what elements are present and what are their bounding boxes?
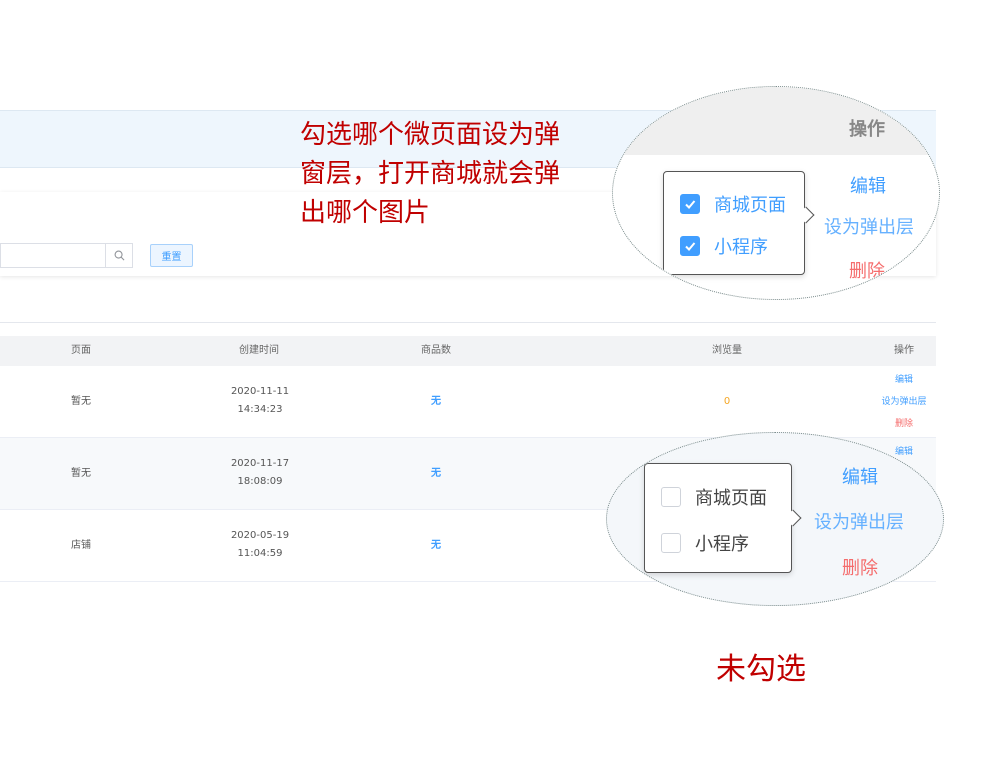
check-icon [685, 200, 696, 209]
set-popup-link[interactable]: 设为弹出层 [814, 508, 904, 534]
option-mall-page[interactable]: 商城页面 [661, 484, 767, 510]
reset-button[interactable]: 重置 [150, 244, 193, 267]
edit-link[interactable]: 编辑 [842, 463, 878, 489]
annotation-checked-note: 勾选哪个微页面设为弹窗层，打开商城就会弹出哪个图片 [300, 120, 561, 228]
edit-link[interactable]: 编辑 [850, 172, 886, 198]
cell-date: 2020-11-11 [230, 386, 290, 397]
check-icon [685, 242, 696, 251]
cell-goods: 无 [431, 540, 441, 551]
option-mini-program[interactable]: 小程序 [661, 530, 749, 556]
checkbox-unchecked[interactable] [661, 533, 681, 553]
cell-views: 0 [723, 396, 731, 407]
cell-goods: 无 [431, 396, 441, 407]
option-label: 小程序 [714, 237, 768, 258]
delete-link[interactable]: 删除 [849, 257, 885, 283]
popover-arrow [784, 509, 802, 527]
popup-option-popover: 商城页面 小程序 [663, 171, 815, 275]
table-row: 暂无 2020-11-11 14:34:23 无 0 编辑 设为弹出层 删除 [0, 366, 936, 438]
cell-page: 暂无 [71, 396, 91, 407]
delete-link[interactable]: 删除 [895, 413, 913, 435]
checkbox-unchecked[interactable] [661, 487, 681, 507]
cell-date: 2020-05-19 [230, 530, 290, 541]
cell-goods: 无 [431, 468, 441, 479]
cell-page: 店铺 [71, 540, 91, 551]
cell-time: 18:08:09 [237, 476, 283, 487]
option-mall-page[interactable]: 商城页面 [680, 191, 786, 217]
zoom-header [613, 87, 939, 155]
search-input[interactable] [0, 243, 105, 268]
edit-link[interactable]: 编辑 [895, 369, 913, 391]
cell-page: 暂无 [71, 468, 91, 479]
option-mini-program[interactable]: 小程序 [680, 233, 768, 259]
column-header-created: 创建时间 [239, 345, 279, 356]
popover-arrow [797, 206, 815, 224]
delete-link[interactable]: 删除 [842, 554, 878, 580]
column-header-views: 浏览量 [712, 345, 742, 356]
column-header-goods: 商品数 [421, 345, 451, 356]
divider [0, 322, 936, 323]
set-popup-link[interactable]: 设为弹出层 [824, 213, 914, 239]
cell-date: 2020-11-17 [230, 458, 290, 469]
column-header-page: 页面 [71, 345, 91, 356]
checkbox-checked[interactable] [680, 194, 700, 214]
checkbox-checked[interactable] [680, 236, 700, 256]
table-header: 页面 创建时间 商品数 浏览量 操作 [0, 336, 936, 366]
cell-time: 14:34:23 [237, 404, 283, 415]
column-header-ops: 操作 [894, 345, 914, 356]
popup-option-popover: 商城页面 小程序 [644, 463, 802, 573]
search-icon [114, 250, 124, 261]
option-label: 小程序 [695, 534, 749, 555]
annotation-unchecked-note: 未勾选 [716, 652, 806, 687]
zoom-callout-checked: 操作 编辑 设为弹出层 删除 商城页面 小程序 [612, 86, 940, 300]
option-label: 商城页面 [714, 195, 786, 216]
set-popup-link[interactable]: 设为弹出层 [881, 391, 926, 413]
option-label: 商城页面 [695, 488, 767, 509]
zoom-callout-unchecked: 编辑 设为弹出层 删除 商城页面 小程序 [606, 432, 944, 606]
search-button[interactable] [105, 243, 133, 268]
zoom-header-label: 操作 [849, 119, 885, 140]
cell-time: 11:04:59 [237, 548, 283, 559]
